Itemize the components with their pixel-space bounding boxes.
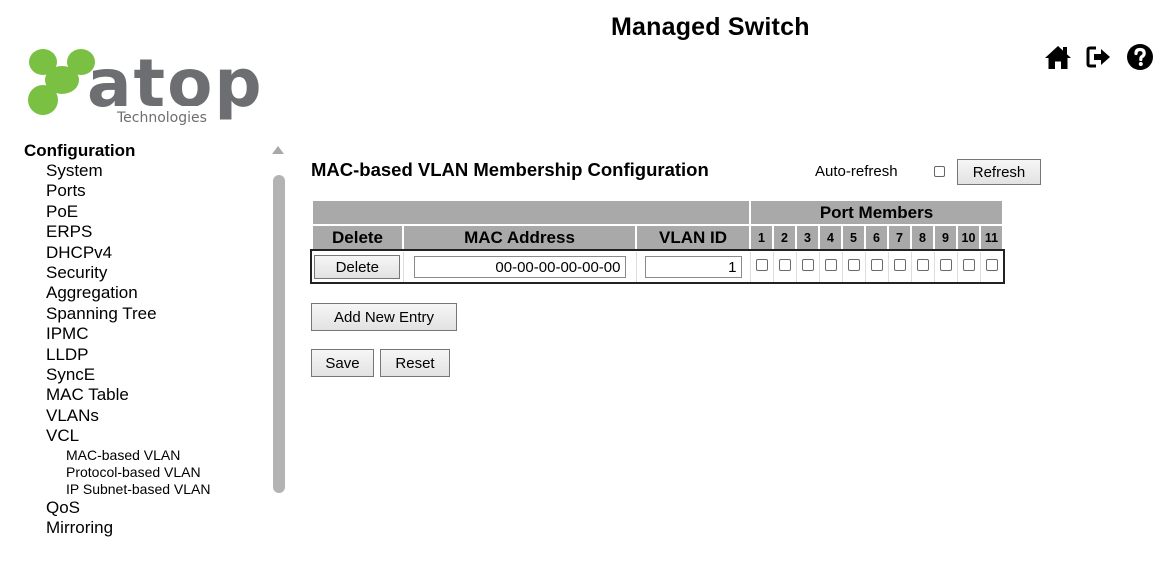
- mac-vlan-table: Port Members Delete MAC Address VLAN ID …: [310, 199, 1005, 284]
- table-row: Delete: [310, 249, 1005, 284]
- port-8-checkbox[interactable]: [916, 259, 929, 271]
- nav-item-mac-table[interactable]: MAC Table: [24, 385, 264, 405]
- port-6-checkbox[interactable]: [870, 259, 883, 271]
- nav-item-poe[interactable]: PoE: [24, 202, 264, 222]
- col-header-port-9: 9: [933, 224, 958, 252]
- col-header-port-3: 3: [795, 224, 820, 252]
- cell-port-9: [934, 251, 958, 282]
- cell-port-6: [865, 251, 889, 282]
- refresh-button[interactable]: Refresh: [957, 159, 1041, 185]
- atop-logo: atop Technologies: [27, 38, 267, 128]
- nav-item-system[interactable]: System: [24, 161, 264, 181]
- auto-refresh-checkbox[interactable]: [934, 166, 945, 177]
- nav-item-ipmc[interactable]: IPMC: [24, 324, 264, 344]
- col-header-mac-address: MAC Address: [402, 224, 637, 252]
- cell-vlan-id: [636, 251, 751, 282]
- col-header-delete: Delete: [311, 224, 404, 252]
- cell-port-2: [773, 251, 797, 282]
- cell-port-7: [888, 251, 912, 282]
- nav-subitem-protocol-based-vlan[interactable]: Protocol-based VLAN: [24, 464, 264, 481]
- col-header-port-5: 5: [841, 224, 866, 252]
- sidebar-scrollbar-thumb[interactable]: [273, 175, 285, 493]
- auto-refresh-control: Auto-refresh: [815, 163, 945, 180]
- table-header-row: Delete MAC Address VLAN ID 1 2 3 4 5 6 7…: [311, 224, 1004, 252]
- cell-port-5: [842, 251, 866, 282]
- mac-address-input[interactable]: [413, 256, 626, 278]
- nav-subitem-ip-subnet-based-vlan[interactable]: IP Subnet-based VLAN: [24, 481, 264, 498]
- nav-item-mirroring[interactable]: Mirroring: [24, 518, 264, 538]
- port-4-checkbox[interactable]: [824, 259, 837, 271]
- cell-port-11: [980, 251, 1004, 282]
- scroll-up-arrow-icon[interactable]: [272, 146, 284, 154]
- col-header-port-6: 6: [864, 224, 889, 252]
- delete-row-button[interactable]: Delete: [314, 255, 401, 279]
- port-2-checkbox[interactable]: [778, 259, 791, 271]
- port-3-checkbox[interactable]: [801, 259, 814, 271]
- col-header-port-1: 1: [749, 224, 774, 252]
- port-11-checkbox[interactable]: [985, 259, 998, 271]
- nav-item-security[interactable]: Security: [24, 263, 264, 283]
- vlan-id-input[interactable]: [644, 256, 742, 278]
- port-7-checkbox[interactable]: [893, 259, 906, 271]
- port-1-checkbox[interactable]: [755, 259, 768, 271]
- col-header-port-11: 11: [979, 224, 1004, 252]
- nav-item-spanning-tree[interactable]: Spanning Tree: [24, 304, 264, 324]
- sidebar-nav: Configuration System Ports PoE ERPS DHCP…: [24, 141, 264, 577]
- col-header-port-4: 4: [818, 224, 843, 252]
- nav-item-ports[interactable]: Ports: [24, 181, 264, 201]
- logo-subtitle: Technologies: [116, 110, 207, 126]
- logout-icon[interactable]: [1085, 43, 1113, 71]
- table-header-blank: [311, 199, 751, 226]
- logo-mark: [28, 49, 95, 115]
- nav-item-dhcpv4[interactable]: DHCPv4: [24, 243, 264, 263]
- nav-item-qos[interactable]: QoS: [24, 498, 264, 518]
- cell-port-1: [750, 251, 774, 282]
- table-group-header-row: Port Members: [311, 199, 1004, 226]
- header-toolbar: [1044, 43, 1154, 71]
- add-new-entry-button[interactable]: Add New Entry: [311, 303, 457, 331]
- cell-mac: [403, 251, 637, 282]
- port-9-checkbox[interactable]: [939, 259, 952, 271]
- app-title: Managed Switch: [611, 13, 810, 41]
- save-button[interactable]: Save: [311, 349, 374, 377]
- nav-heading-configuration[interactable]: Configuration: [24, 141, 264, 161]
- reset-button[interactable]: Reset: [380, 349, 450, 377]
- cell-delete: Delete: [312, 251, 404, 282]
- home-icon[interactable]: [1044, 43, 1072, 71]
- cell-port-8: [911, 251, 935, 282]
- port-10-checkbox[interactable]: [962, 259, 975, 271]
- col-header-vlan-id: VLAN ID: [635, 224, 751, 252]
- nav-subitem-mac-based-vlan[interactable]: MAC-based VLAN: [24, 447, 264, 464]
- col-header-port-8: 8: [910, 224, 935, 252]
- nav-item-vcl[interactable]: VCL: [24, 426, 264, 446]
- col-header-port-7: 7: [887, 224, 912, 252]
- nav-item-synce[interactable]: SyncE: [24, 365, 264, 385]
- cell-port-3: [796, 251, 820, 282]
- nav-item-vlans[interactable]: VLANs: [24, 406, 264, 426]
- auto-refresh-label: Auto-refresh: [815, 163, 898, 180]
- nav-item-erps[interactable]: ERPS: [24, 222, 264, 242]
- port-members-header: Port Members: [749, 199, 1004, 226]
- nav-item-lldp[interactable]: LLDP: [24, 345, 264, 365]
- nav-item-aggregation[interactable]: Aggregation: [24, 283, 264, 303]
- col-header-port-2: 2: [772, 224, 797, 252]
- cell-port-10: [957, 251, 981, 282]
- port-5-checkbox[interactable]: [847, 259, 860, 271]
- cell-port-4: [819, 251, 843, 282]
- help-icon[interactable]: [1126, 43, 1154, 71]
- page-title: MAC-based VLAN Membership Configuration: [311, 159, 709, 180]
- col-header-port-10: 10: [956, 224, 981, 252]
